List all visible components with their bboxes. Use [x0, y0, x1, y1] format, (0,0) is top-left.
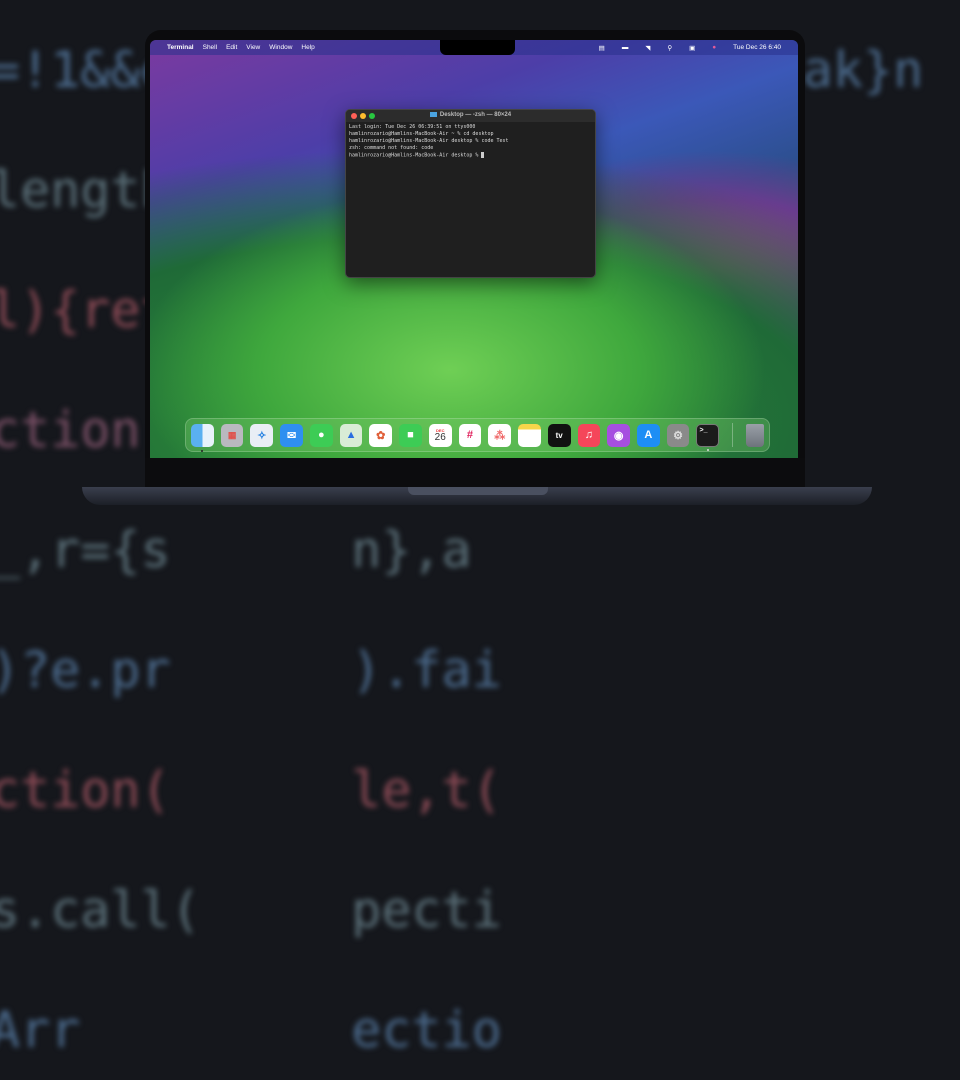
terminal-output[interactable]: Last login: Tue Dec 26 06:39:51 on ttys0…: [346, 122, 595, 162]
terminal-line: zsh: command not found: code: [349, 145, 434, 151]
dock-mail-icon[interactable]: ✉: [280, 423, 303, 447]
calendar-status-icon[interactable]: ▤: [599, 44, 605, 52]
menu-app-terminal[interactable]: Terminal: [167, 44, 194, 51]
calendar-day: 26: [434, 431, 446, 443]
folder-icon: [429, 112, 437, 117]
terminal-window[interactable]: Desktop — -zsh — 80×24 Last login: Tue D…: [345, 109, 596, 278]
dock-photos-icon[interactable]: ✿: [369, 423, 393, 447]
spotlight-search-icon[interactable]: ⚲: [667, 44, 672, 52]
menu-edit[interactable]: Edit: [226, 44, 237, 51]
code-line: )?e.pr ).fai: [0, 641, 502, 699]
dock-maps-icon[interactable]: ▲: [339, 423, 363, 447]
dock-asana-icon[interactable]: ⁂: [488, 423, 512, 447]
terminal-title: Desktop — -zsh — 80×24: [439, 112, 512, 119]
dock-calendar-icon[interactable]: DEC 26: [428, 423, 452, 447]
dock-messages-icon[interactable]: ●: [309, 423, 333, 447]
code-line: ction( le,t(: [0, 761, 502, 819]
dock-app-store-icon[interactable]: A: [637, 423, 660, 447]
dock-safari-icon[interactable]: ✧: [250, 423, 274, 447]
dock-terminal-icon[interactable]: >_: [696, 423, 720, 451]
laptop-hinge-notch: [408, 487, 548, 495]
dock-finder-icon[interactable]: [191, 423, 214, 452]
menu-help[interactable]: Help: [301, 44, 314, 51]
dock-podcasts-icon[interactable]: ◉: [607, 423, 631, 447]
code-line: s.call( pecti: [0, 881, 502, 939]
terminal-line: hamlinrozario@Hamlins-MacBook-Air deskto…: [349, 138, 509, 144]
cursor: [481, 152, 485, 158]
tv-label: tv: [555, 430, 563, 440]
dock: ▦ ✧ ✉ ● ▲ ✿ ■ DEC 26 # ⁂ tv ♫ ◉ A ⚙ >_: [185, 418, 770, 452]
dock-music-icon[interactable]: ♫: [577, 423, 601, 447]
menu-clock[interactable]: Tue Dec 26 6:40: [733, 44, 781, 51]
dock-system-settings-icon[interactable]: ⚙: [666, 423, 690, 447]
camera-notch: [440, 40, 515, 55]
terminal-titlebar[interactable]: Desktop — -zsh — 80×24: [346, 110, 595, 122]
terminal-line: hamlinrozario@Hamlins-MacBook-Air ~ % cd…: [349, 131, 494, 137]
desktop-screen: Terminal Shell Edit View Window Help ▤ ▬…: [150, 40, 798, 458]
siri-icon[interactable]: ●: [712, 44, 716, 51]
laptop-chin: [145, 458, 805, 488]
battery-icon[interactable]: ▬: [622, 44, 629, 51]
dock-separator: [732, 423, 734, 447]
dock-trash-icon[interactable]: [746, 423, 765, 447]
dock-slack-icon[interactable]: #: [458, 423, 482, 447]
code-line: _,r={s n},a: [0, 521, 472, 579]
dock-launchpad-icon[interactable]: ▦: [220, 423, 244, 447]
terminal-line: Last login: Tue Dec 26 06:39:51 on ttys0…: [349, 124, 476, 130]
menu-window[interactable]: Window: [269, 44, 292, 51]
menu-shell[interactable]: Shell: [203, 44, 217, 51]
menu-view[interactable]: View: [246, 44, 260, 51]
control-center-icon[interactable]: ▣: [689, 44, 695, 52]
code-line: Arr ectio: [0, 1001, 502, 1059]
dock-facetime-icon[interactable]: ■: [399, 423, 422, 447]
dock-tv-icon[interactable]: tv: [547, 423, 571, 447]
dock-notes-icon[interactable]: [518, 423, 541, 447]
terminal-prompt: hamlinrozario@Hamlins-MacBook-Air deskto…: [349, 152, 482, 159]
wifi-icon[interactable]: ◥: [645, 44, 650, 52]
